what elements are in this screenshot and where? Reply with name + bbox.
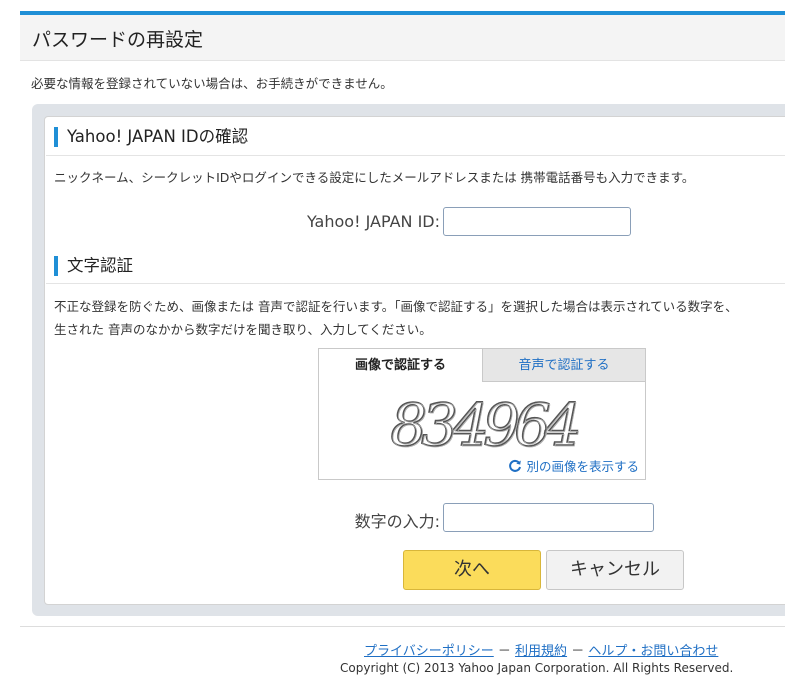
captcha-description-line2: 生された 音声のなかから数字だけを聞き取り、入力してください。 (54, 322, 432, 337)
captcha-box: 画像で認証する 音声で認証する 834964 834964 別の画像を表示する (318, 348, 646, 480)
help-contact-link[interactable]: ヘルプ・お問い合わせ (588, 644, 718, 659)
footer-separator: － (571, 644, 585, 659)
captcha-description-line1: 不正な登録を防ぐため、画像または 音声で認証を行います。「画像で認証する」を選択… (54, 299, 738, 314)
refresh-icon (509, 459, 522, 472)
privacy-policy-link[interactable]: プライバシーポリシー (364, 644, 494, 659)
captcha-section-title: 文字認証 (54, 256, 133, 276)
page-header: パスワードの再設定 (20, 15, 785, 61)
footer-divider (20, 626, 785, 627)
tab-image-auth[interactable]: 画像で認証する (319, 349, 483, 382)
footer-links: プライバシーポリシー － 利用規約 － ヘルプ・お問い合わせ (364, 640, 718, 659)
captcha-input[interactable] (443, 503, 654, 532)
id-section-description: ニックネーム、シークレットIDやログインできる設定にしたメールアドレスまたは 携… (54, 170, 695, 185)
captcha-input-label: 数字の入力: (354, 512, 440, 531)
page: パスワードの再設定 必要な情報を登録されていない場合は、お手続きができません。 … (0, 0, 785, 693)
captcha-section-divider (46, 283, 785, 284)
yahoo-id-input[interactable] (443, 207, 631, 236)
id-section-divider (46, 155, 785, 156)
refresh-captcha-label: 別の画像を表示する (526, 459, 639, 474)
captcha-glyphs: 834964 834964 (389, 390, 583, 457)
page-title: パスワードの再設定 (32, 29, 204, 51)
id-section-title: Yahoo! JAPAN IDの確認 (54, 127, 248, 147)
next-button[interactable]: 次へ (403, 550, 541, 590)
tab-audio-auth[interactable]: 音声で認証する (483, 349, 645, 382)
cancel-button[interactable]: キャンセル (546, 550, 684, 590)
terms-link[interactable]: 利用規約 (515, 644, 567, 659)
captcha-text-shadow: 834964 (391, 392, 579, 457)
yahoo-id-label: Yahoo! JAPAN ID: (306, 212, 440, 231)
refresh-captcha-link[interactable]: 別の画像を表示する (508, 456, 639, 475)
copyright-text: Copyright (C) 2013 Yahoo Japan Corporati… (340, 661, 734, 675)
footer-separator: － (497, 644, 511, 659)
intro-text: 必要な情報を登録されていない場合は、お手続きができません。 (31, 76, 393, 91)
captcha-image: 834964 834964 (389, 390, 583, 457)
